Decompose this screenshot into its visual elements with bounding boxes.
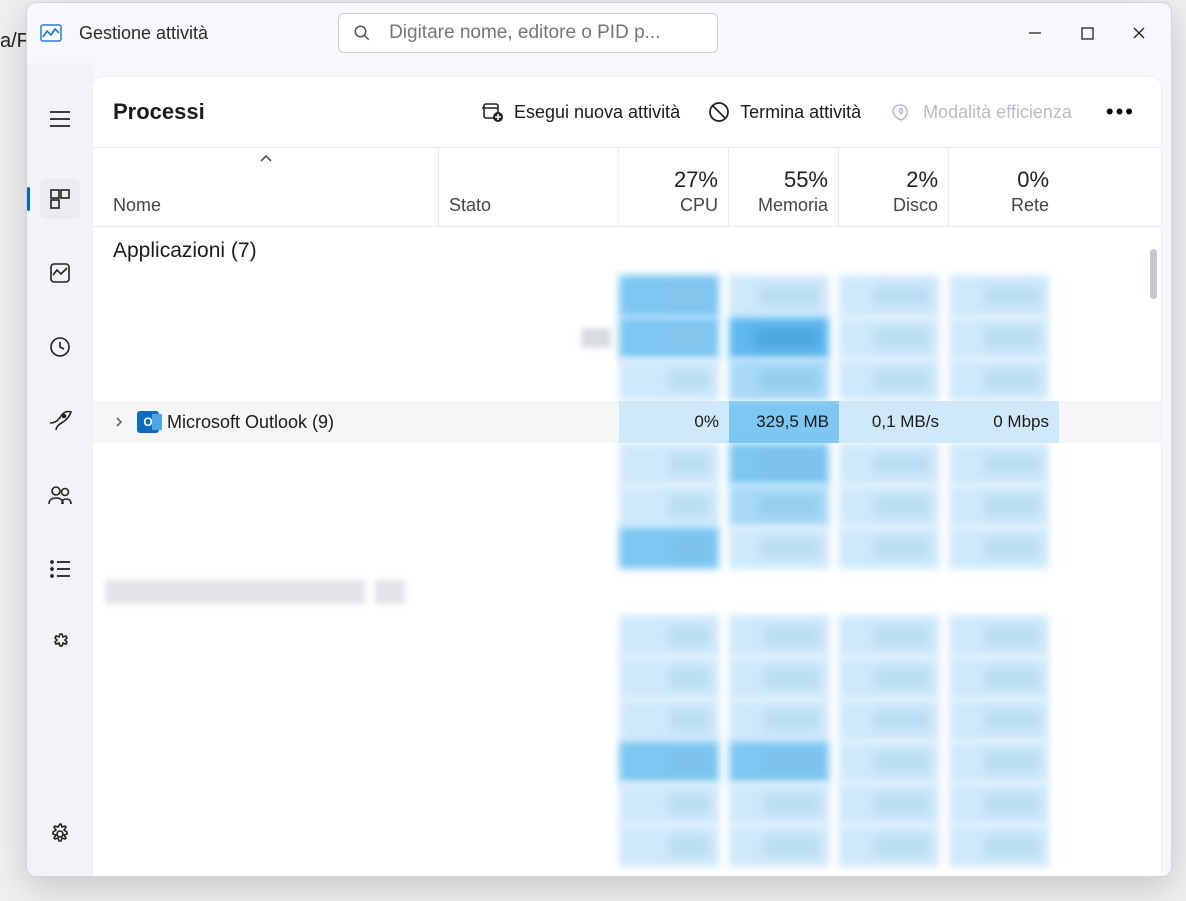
table-row[interactable] [93, 275, 1161, 317]
app-title: Gestione attività [79, 23, 208, 44]
sidebar [27, 63, 93, 876]
nav-processes[interactable] [40, 179, 80, 219]
efficiency-icon [889, 101, 913, 123]
app-icon [37, 19, 65, 47]
run-task-icon [482, 101, 504, 123]
nav-history[interactable] [40, 327, 80, 367]
header-net-label: Rete [1011, 195, 1049, 216]
table-row[interactable] [93, 527, 1161, 569]
task-manager-window: Gestione attività [26, 2, 1172, 877]
header-status-label: Stato [449, 195, 491, 216]
process-list: Applicazioni (7) [93, 227, 1161, 876]
panel-header: Processi Esegui nuova attività [93, 77, 1161, 147]
row-outlook-name: Microsoft Outlook (9) [167, 412, 334, 433]
nav-performance[interactable] [40, 253, 80, 293]
nav-services[interactable] [40, 623, 80, 663]
header-net-pct: 0% [1017, 167, 1049, 193]
panel-title: Processi [113, 99, 205, 125]
header-name-label: Nome [113, 195, 426, 216]
group-background[interactable] [93, 569, 1161, 615]
table-row[interactable] [93, 657, 1161, 699]
search-box[interactable] [338, 13, 718, 53]
run-new-task-label: Esegui nuova attività [514, 102, 680, 123]
header-mem-label: Memoria [758, 195, 828, 216]
header-disk-label: Disco [893, 195, 938, 216]
column-headers: Nome Stato 27% CPU 55% Memoria 2% [93, 147, 1161, 227]
processes-panel: Processi Esegui nuova attività [93, 77, 1161, 876]
table-row[interactable] [93, 699, 1161, 741]
nav-details[interactable] [40, 549, 80, 589]
outlook-icon: O [137, 411, 159, 433]
nav-startup[interactable] [40, 401, 80, 441]
header-memory[interactable]: 55% Memoria [729, 148, 839, 226]
window-controls [1009, 15, 1165, 51]
header-cpu-label: CPU [680, 195, 718, 216]
table-row[interactable] [93, 443, 1161, 485]
table-row[interactable] [93, 317, 1161, 359]
row-outlook-net: 0 Mbps [993, 412, 1049, 432]
row-outlook-mem: 329,5 MB [756, 412, 829, 432]
table-row[interactable] [93, 825, 1161, 867]
group-applications[interactable]: Applicazioni (7) [93, 227, 1161, 275]
close-button[interactable] [1113, 15, 1165, 51]
sort-caret-icon [259, 154, 273, 164]
header-status[interactable]: Stato [439, 148, 619, 226]
row-outlook-cpu: 0% [694, 412, 719, 432]
hamburger-button[interactable] [40, 99, 80, 139]
efficiency-mode-button[interactable]: Modalità efficienza [889, 101, 1072, 123]
search-icon [353, 24, 371, 42]
row-outlook-disk: 0,1 MB/s [872, 412, 939, 432]
efficiency-label: Modalità efficienza [923, 102, 1072, 123]
header-disk-pct: 2% [906, 167, 938, 193]
table-row[interactable] [93, 359, 1161, 401]
end-task-icon [708, 101, 730, 123]
nav-settings[interactable] [40, 814, 80, 854]
chevron-right-icon[interactable] [113, 416, 125, 428]
table-row[interactable] [93, 485, 1161, 527]
scrollbar-thumb[interactable] [1150, 249, 1157, 299]
header-cpu-pct: 27% [674, 167, 718, 193]
run-new-task-button[interactable]: Esegui nuova attività [482, 101, 680, 123]
header-name[interactable]: Nome [93, 148, 439, 226]
header-disk[interactable]: 2% Disco [839, 148, 949, 226]
table-row[interactable] [93, 615, 1161, 657]
search-input[interactable] [389, 22, 703, 44]
table-row[interactable] [93, 741, 1161, 783]
table-row[interactable] [93, 783, 1161, 825]
maximize-button[interactable] [1061, 15, 1113, 51]
minimize-button[interactable] [1009, 15, 1061, 51]
header-cpu[interactable]: 27% CPU [619, 148, 729, 226]
background-fragment: a/F [0, 30, 29, 53]
row-microsoft-outlook[interactable]: O Microsoft Outlook (9) 0% 329,5 MB 0,1 … [93, 401, 1161, 443]
more-menu-button[interactable]: ••• [1100, 99, 1141, 125]
titlebar: Gestione attività [27, 3, 1171, 63]
header-network[interactable]: 0% Rete [949, 148, 1059, 226]
end-task-label: Termina attività [740, 102, 861, 123]
nav-users[interactable] [40, 475, 80, 515]
end-task-button[interactable]: Termina attività [708, 101, 861, 123]
header-mem-pct: 55% [784, 167, 828, 193]
